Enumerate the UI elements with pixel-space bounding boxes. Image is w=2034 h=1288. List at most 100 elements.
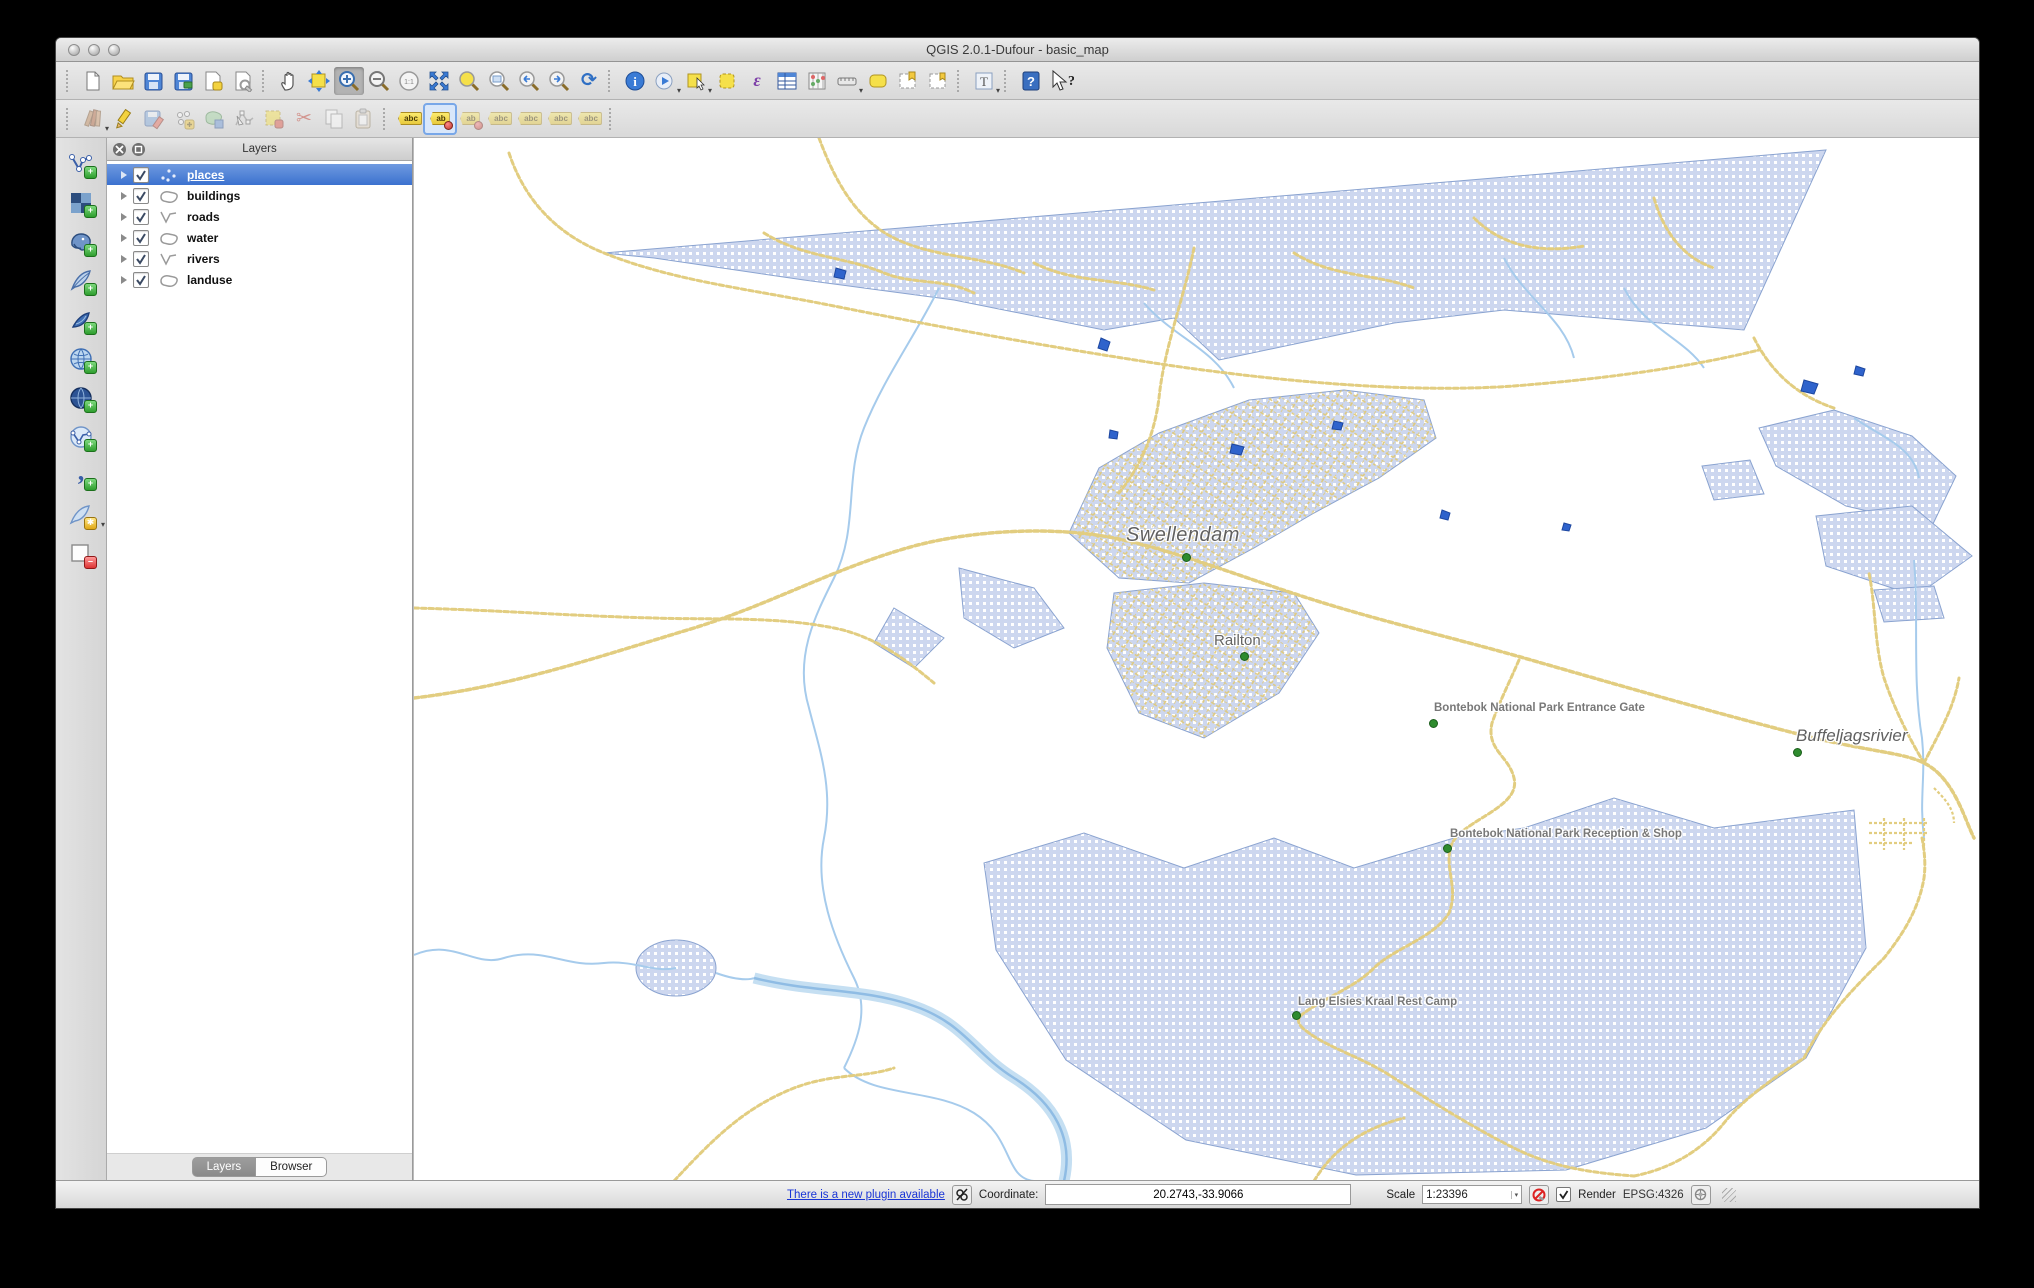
- new-plugin-link[interactable]: There is a new plugin available: [787, 1189, 945, 1201]
- toolbar-handle[interactable]: [383, 107, 392, 130]
- toolbar-handle[interactable]: [1004, 69, 1013, 92]
- open-project-button[interactable]: [108, 67, 138, 95]
- zoom-to-selection-button[interactable]: [454, 67, 484, 95]
- add-feature-button[interactable]: [169, 105, 199, 133]
- render-checkbox[interactable]: [1556, 1187, 1572, 1202]
- expand-arrow-icon[interactable]: [121, 233, 127, 242]
- add-vector-layer-button[interactable]: +: [64, 148, 98, 180]
- add-wms-layer-button[interactable]: +: [64, 343, 98, 375]
- layer-row-landuse[interactable]: landuse: [107, 269, 412, 290]
- expand-arrow-icon[interactable]: [121, 212, 127, 221]
- cut-features-button[interactable]: ✂: [289, 105, 319, 133]
- layer-row-water[interactable]: water: [107, 227, 412, 248]
- move-label-button[interactable]: abc: [485, 105, 515, 133]
- run-feature-action-button[interactable]: [650, 67, 680, 95]
- new-print-composer-button[interactable]: [198, 67, 228, 95]
- help-button[interactable]: ?: [1016, 67, 1046, 95]
- toolbar-handle[interactable]: [957, 69, 966, 92]
- change-label-button[interactable]: abc: [545, 105, 575, 133]
- toolbar-handle[interactable]: [609, 107, 618, 130]
- rotate-label-button[interactable]: abc: [515, 105, 545, 133]
- layer-row-rivers[interactable]: rivers: [107, 248, 412, 269]
- expand-arrow-icon[interactable]: [121, 170, 127, 179]
- add-delimited-text-layer-button[interactable]: , +: [64, 459, 98, 492]
- add-mssql-layer-button[interactable]: +: [64, 304, 98, 336]
- titlebar[interactable]: QGIS 2.0.1-Dufour - basic_map: [56, 38, 1979, 62]
- zoom-to-layer-button[interactable]: [484, 67, 514, 95]
- map-canvas[interactable]: Swellendam Railton Bontebok National Par…: [413, 138, 1979, 1180]
- toggle-editing-button[interactable]: [109, 105, 139, 133]
- change-label-properties-button[interactable]: abc: [575, 105, 605, 133]
- current-edits-button[interactable]: [78, 105, 108, 133]
- layer-checkbox[interactable]: [133, 271, 149, 288]
- new-project-button[interactable]: [78, 67, 108, 95]
- stop-render-button[interactable]: [1529, 1184, 1550, 1205]
- layer-row-places[interactable]: places: [107, 164, 412, 185]
- expand-arrow-icon[interactable]: [121, 275, 127, 284]
- select-features-button[interactable]: [681, 67, 711, 95]
- layer-checkbox[interactable]: [133, 166, 149, 183]
- panel-float-button[interactable]: [132, 142, 145, 156]
- toolbar-handle[interactable]: [608, 69, 616, 92]
- toolbar-handle[interactable]: [66, 69, 74, 92]
- remove-layer-button[interactable]: –: [64, 538, 98, 570]
- layer-row-roads[interactable]: roads: [107, 206, 412, 227]
- layer-checkbox[interactable]: [133, 250, 149, 267]
- pan-map-button[interactable]: [274, 67, 304, 95]
- move-feature-button[interactable]: [199, 105, 229, 133]
- add-wcs-layer-button[interactable]: +: [64, 382, 98, 414]
- add-wfs-layer-button[interactable]: +: [64, 421, 98, 453]
- add-raster-layer-button[interactable]: +: [64, 187, 98, 219]
- field-calculator-button[interactable]: [802, 67, 832, 95]
- new-bookmark-button[interactable]: [893, 67, 923, 95]
- save-project-as-button[interactable]: [168, 67, 198, 95]
- add-postgis-layer-button[interactable]: +: [64, 226, 98, 258]
- resize-grip[interactable]: [1721, 1187, 1736, 1202]
- new-shapefile-layer-button[interactable]: ✱ ▾: [64, 499, 105, 531]
- save-project-button[interactable]: [138, 67, 168, 95]
- deselect-features-button[interactable]: [712, 67, 742, 95]
- zoom-in-button[interactable]: [334, 66, 364, 95]
- copy-features-button[interactable]: [319, 105, 349, 133]
- scale-combo[interactable]: 1:23396 ▾: [1422, 1185, 1523, 1204]
- zoom-window-button[interactable]: [108, 43, 120, 56]
- select-by-expression-button[interactable]: ε: [742, 67, 772, 95]
- zoom-next-button[interactable]: [544, 67, 574, 95]
- tab-layers[interactable]: Layers: [191, 1157, 256, 1177]
- show-bookmarks-button[interactable]: [923, 67, 953, 95]
- save-layer-edits-button[interactable]: [139, 105, 169, 133]
- refresh-button[interactable]: ⟳: [574, 67, 604, 95]
- layer-checkbox[interactable]: [133, 229, 149, 246]
- expand-arrow-icon[interactable]: [121, 254, 127, 263]
- toolbar-handle[interactable]: [262, 69, 270, 92]
- composer-manager-button[interactable]: [228, 67, 258, 95]
- text-annotation-button[interactable]: T: [969, 67, 999, 95]
- zoom-full-button[interactable]: [424, 67, 454, 95]
- whats-this-button[interactable]: ?: [1046, 67, 1076, 95]
- plugin-indicator-icon[interactable]: [951, 1184, 972, 1205]
- map-tips-button[interactable]: [863, 67, 893, 95]
- pin-labels-button[interactable]: ab: [423, 102, 458, 135]
- open-attribute-table-button[interactable]: [772, 67, 802, 95]
- expand-arrow-icon[interactable]: [121, 191, 127, 200]
- zoom-native-button[interactable]: 1:1: [394, 67, 424, 95]
- layer-row-buildings[interactable]: buildings: [107, 185, 412, 206]
- tab-browser[interactable]: Browser: [255, 1157, 328, 1177]
- highlight-pinned-labels-button[interactable]: ab: [455, 105, 485, 133]
- node-tool-button[interactable]: [229, 105, 259, 133]
- measure-line-button[interactable]: [832, 67, 862, 95]
- paste-features-button[interactable]: [349, 105, 379, 133]
- zoom-last-button[interactable]: [514, 67, 544, 95]
- delete-selected-button[interactable]: [259, 105, 289, 133]
- panel-close-button[interactable]: [113, 142, 126, 156]
- toolbar-handle[interactable]: [66, 107, 74, 130]
- layer-checkbox[interactable]: [133, 187, 149, 204]
- crs-globe-button[interactable]: [1690, 1184, 1711, 1205]
- add-spatialite-layer-button[interactable]: +: [64, 265, 98, 297]
- zoom-out-button[interactable]: [364, 67, 394, 95]
- minimize-window-button[interactable]: [88, 43, 100, 56]
- pan-to-selection-button[interactable]: [304, 67, 334, 95]
- layer-checkbox[interactable]: [133, 208, 149, 225]
- layer-labeling-options-button[interactable]: abc: [395, 105, 425, 133]
- new-layer-dropdown[interactable]: ▾: [101, 520, 105, 529]
